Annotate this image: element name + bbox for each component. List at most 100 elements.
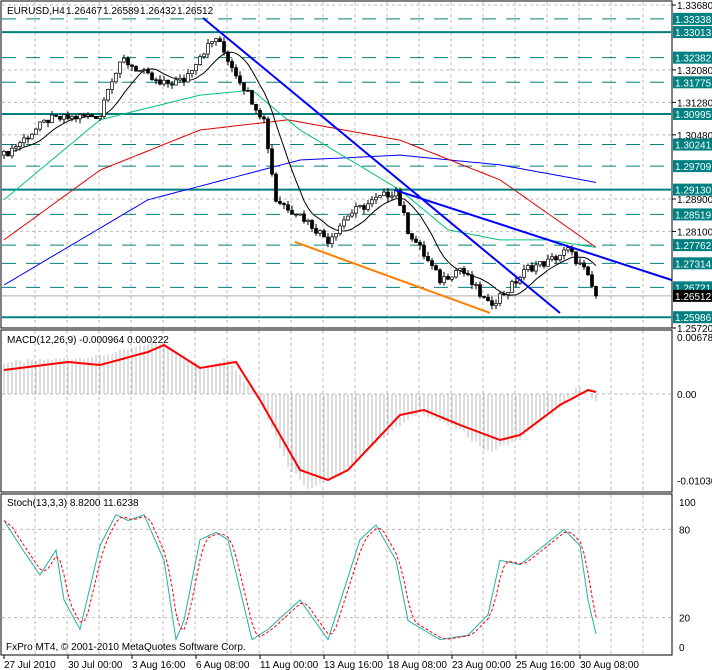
candle-body xyxy=(234,67,238,77)
candle-body xyxy=(170,83,174,86)
candle-body xyxy=(434,265,438,271)
candle-body xyxy=(382,191,386,196)
ma-red-line xyxy=(3,119,597,248)
candle-body xyxy=(546,258,550,267)
copyright-text: FxPro MT4, © 2001-2010 MetaQuotes Softwa… xyxy=(6,642,246,653)
candle-body xyxy=(174,79,178,86)
time-axis-label: 3 Aug 16:00 xyxy=(132,660,186,670)
candle-body xyxy=(330,236,334,244)
candle-body xyxy=(98,116,102,119)
macd-axis-label: 0.00678 xyxy=(677,333,712,344)
candle-body xyxy=(166,79,170,85)
candle-body xyxy=(282,203,286,206)
candle-body xyxy=(258,109,262,118)
candle-body xyxy=(290,209,294,215)
time-axis-label: 30 Jul 00:00 xyxy=(68,660,123,670)
candle-body xyxy=(578,262,582,265)
candle-body xyxy=(214,38,218,42)
candle-body xyxy=(262,116,266,120)
candle-body xyxy=(218,38,222,42)
candle-body xyxy=(186,73,190,83)
candle-body xyxy=(90,114,94,117)
time-axis-label: 11 Aug 00:00 xyxy=(260,660,319,670)
candle-body xyxy=(438,269,442,284)
candle-body xyxy=(62,114,66,120)
candle-body xyxy=(118,61,122,74)
candle-body xyxy=(162,79,166,85)
candle-body xyxy=(314,228,318,234)
candle-body xyxy=(522,269,526,278)
candle-body xyxy=(158,79,162,85)
candle-body xyxy=(202,53,206,58)
candle-body xyxy=(562,249,566,256)
candle-body xyxy=(566,247,570,251)
candle-body xyxy=(30,133,34,140)
candle-body xyxy=(586,266,590,276)
chart-canvas[interactable]: 1.336801.320801.312801.304801.289001.281… xyxy=(0,0,712,670)
time-axis-label: 6 Aug 08:00 xyxy=(196,660,250,670)
candle-body xyxy=(538,261,542,266)
level-price-label: 1.29130 xyxy=(675,186,712,197)
candle-body xyxy=(306,219,310,222)
candle-body xyxy=(278,200,282,204)
candle-body xyxy=(414,238,418,243)
current-price-label: 1.26512 xyxy=(675,292,712,303)
candle-body xyxy=(386,191,390,198)
candle-body xyxy=(70,115,74,119)
candle-body xyxy=(514,281,518,284)
level-price-label: 1.28519 xyxy=(675,210,712,221)
candle-body xyxy=(38,121,42,130)
candle-body xyxy=(490,300,494,306)
candle-body xyxy=(526,265,530,270)
candle-body xyxy=(594,286,598,297)
ohlc-low: 1.26432 xyxy=(140,6,177,17)
candle-body xyxy=(350,212,354,217)
stoch-panel xyxy=(2,514,671,642)
candle-body xyxy=(334,233,338,238)
candle-body xyxy=(54,114,58,117)
stoch-axis-label: 80 xyxy=(679,525,691,536)
candle-body xyxy=(422,244,426,257)
candle-body xyxy=(66,114,70,119)
stoch-axis-label: 20 xyxy=(679,614,691,625)
candle-body xyxy=(134,66,138,72)
candle-body xyxy=(310,219,314,229)
stoch-axis-label: 0 xyxy=(679,643,685,654)
candle-body xyxy=(402,205,406,214)
candle-body xyxy=(442,276,446,284)
price-axis-label: 1.28100 xyxy=(677,227,712,238)
candle-body xyxy=(42,119,46,123)
candle-body xyxy=(362,205,366,210)
candle-body xyxy=(478,284,482,297)
candles xyxy=(2,36,598,310)
candle-body xyxy=(254,103,258,111)
candle-body xyxy=(190,70,194,75)
candle-body xyxy=(110,81,114,90)
candle-body xyxy=(322,230,326,238)
candle-body xyxy=(274,173,278,202)
candle-body xyxy=(558,254,562,261)
candle-body xyxy=(582,262,586,268)
candle-body xyxy=(506,292,510,295)
level-price-label: 1.33338 xyxy=(675,15,712,26)
candle-body xyxy=(482,296,486,298)
candle-body xyxy=(446,276,450,280)
candle-body xyxy=(178,77,182,81)
candle-body xyxy=(470,274,474,285)
candle-body xyxy=(294,213,298,216)
candle-body xyxy=(94,116,98,119)
candle-body xyxy=(390,195,394,198)
candle-body xyxy=(138,70,142,72)
candle-body xyxy=(370,199,374,205)
time-axis-label: 23 Aug 00:00 xyxy=(452,660,511,670)
level-price-label: 1.25986 xyxy=(675,313,712,324)
macd-panel xyxy=(2,341,671,490)
candle-body xyxy=(74,115,78,120)
candle-body xyxy=(574,251,578,265)
candle-body xyxy=(198,56,202,65)
candle-body xyxy=(22,137,26,144)
candle-body xyxy=(34,128,38,135)
level-price-label: 1.32382 xyxy=(675,54,712,65)
candle-body xyxy=(126,57,130,66)
candle-body xyxy=(270,148,274,175)
